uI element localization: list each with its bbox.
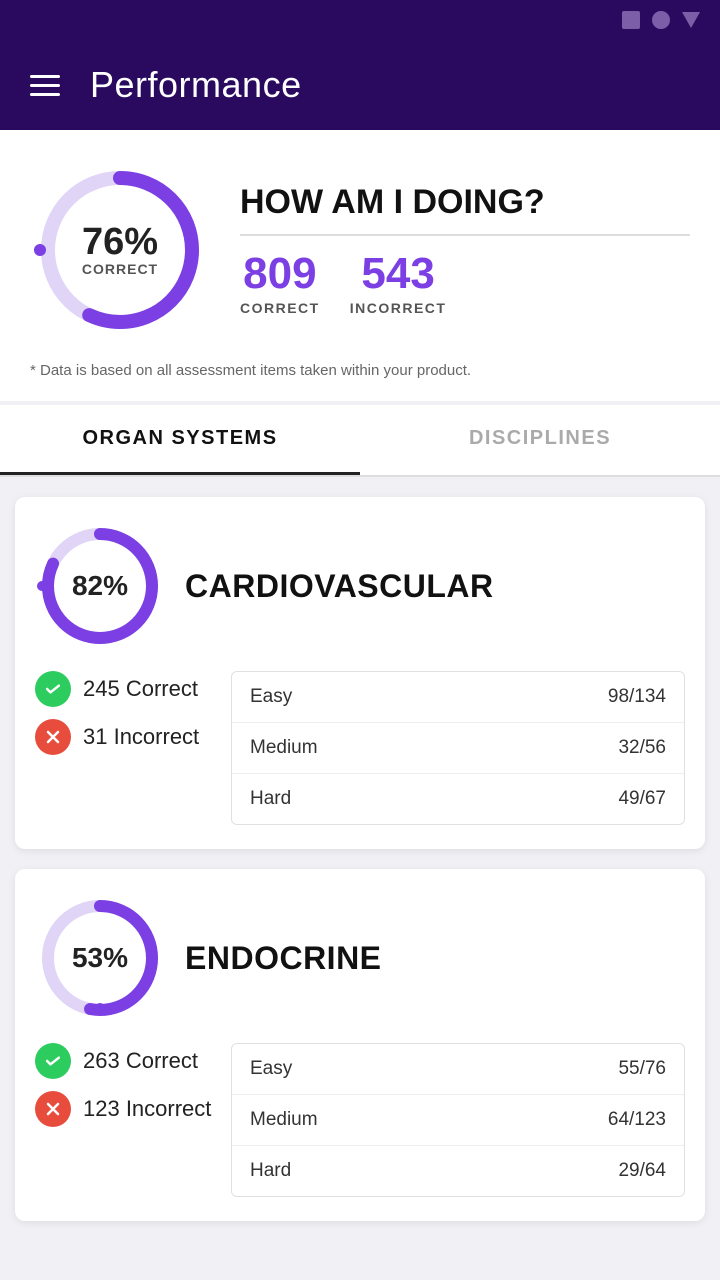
endocrine-stats: 263 Correct 123 Incorrect	[35, 1043, 215, 1127]
cardiovascular-bottom: 245 Correct 31 Incorrect Easy 98/134	[35, 671, 685, 825]
total-correct-value: 809	[240, 252, 320, 296]
endocrine-donut: 53%	[35, 893, 165, 1023]
cardiovascular-correct-row: 245 Correct	[35, 671, 215, 707]
card-top: 82% CARDIOVASCULAR	[35, 521, 685, 651]
status-icon-triangle	[682, 12, 700, 28]
stats-numbers: 809 CORRECT 543 INCORRECT	[240, 252, 690, 316]
endocrine-difficulty-table: Easy 55/76 Medium 64/123 Hard 29/64	[231, 1043, 685, 1197]
cardiovascular-stats: 245 Correct 31 Incorrect	[35, 671, 215, 755]
cardiovascular-card: 82% CARDIOVASCULAR 245 Correct	[15, 497, 705, 849]
endocrine-diff-row-medium: Medium 64/123	[232, 1095, 684, 1146]
endocrine-incorrect-icon	[35, 1091, 71, 1127]
endocrine-bottom: 263 Correct 123 Incorrect Easy 55/76	[35, 1043, 685, 1197]
endocrine-correct-count: 263 Correct	[83, 1048, 198, 1074]
tabs-bar: ORGAN SYSTEMS DISCIPLINES	[0, 405, 720, 477]
diff-row-medium: Medium 32/56	[232, 723, 684, 774]
endocrine-incorrect-row: 123 Incorrect	[35, 1091, 215, 1127]
total-incorrect-stat: 543 INCORRECT	[350, 252, 447, 316]
disclaimer-text: * Data is based on all assessment items …	[30, 360, 690, 381]
hamburger-menu[interactable]	[30, 75, 60, 96]
endocrine-diff-row-hard: Hard 29/64	[232, 1146, 684, 1196]
total-correct-label: CORRECT	[240, 300, 320, 316]
cardiovascular-donut: 82%	[35, 521, 165, 651]
main-donut-percent: 76%	[82, 223, 158, 261]
app-header: Performance	[0, 40, 720, 130]
endocrine-correct-row: 263 Correct	[35, 1043, 215, 1079]
endocrine-correct-icon	[35, 1043, 71, 1079]
status-icon-circle	[652, 11, 670, 29]
summary-section: 76% CORRECT HOW AM I DOING? 809 CORRECT …	[0, 130, 720, 401]
incorrect-icon	[35, 719, 71, 755]
summary-top: 76% CORRECT HOW AM I DOING? 809 CORRECT …	[30, 160, 690, 340]
cardiovascular-title: CARDIOVASCULAR	[185, 568, 494, 605]
page-title: Performance	[90, 64, 302, 106]
main-donut-chart: 76% CORRECT	[30, 160, 210, 340]
endocrine-diff-row-easy: Easy 55/76	[232, 1044, 684, 1095]
endocrine-incorrect-count: 123 Incorrect	[83, 1096, 211, 1122]
endocrine-title: ENDOCRINE	[185, 940, 382, 977]
tab-disciplines[interactable]: DISCIPLINES	[360, 405, 720, 475]
cardiovascular-difficulty-table: Easy 98/134 Medium 32/56 Hard 49/67	[231, 671, 685, 825]
cardiovascular-percent: 82%	[72, 570, 128, 602]
total-correct-stat: 809 CORRECT	[240, 252, 320, 316]
endocrine-card: 53% ENDOCRINE 263 Correct	[15, 869, 705, 1221]
cardiovascular-incorrect-count: 31 Incorrect	[83, 724, 199, 750]
status-icon-square	[622, 11, 640, 29]
total-incorrect-label: INCORRECT	[350, 300, 447, 316]
endocrine-card-top: 53% ENDOCRINE	[35, 893, 685, 1023]
correct-icon	[35, 671, 71, 707]
status-bar	[0, 0, 720, 40]
cardiovascular-correct-count: 245 Correct	[83, 676, 198, 702]
total-incorrect-value: 543	[350, 252, 447, 296]
main-donut-label: CORRECT	[82, 261, 158, 277]
cards-container: 82% CARDIOVASCULAR 245 Correct	[0, 477, 720, 1241]
summary-stats: HOW AM I DOING? 809 CORRECT 543 INCORREC…	[240, 184, 690, 315]
cardiovascular-incorrect-row: 31 Incorrect	[35, 719, 215, 755]
endocrine-percent: 53%	[72, 942, 128, 974]
diff-row-hard: Hard 49/67	[232, 774, 684, 824]
summary-heading: HOW AM I DOING?	[240, 184, 690, 221]
tab-organ-systems[interactable]: ORGAN SYSTEMS	[0, 405, 360, 475]
diff-row-easy: Easy 98/134	[232, 672, 684, 723]
